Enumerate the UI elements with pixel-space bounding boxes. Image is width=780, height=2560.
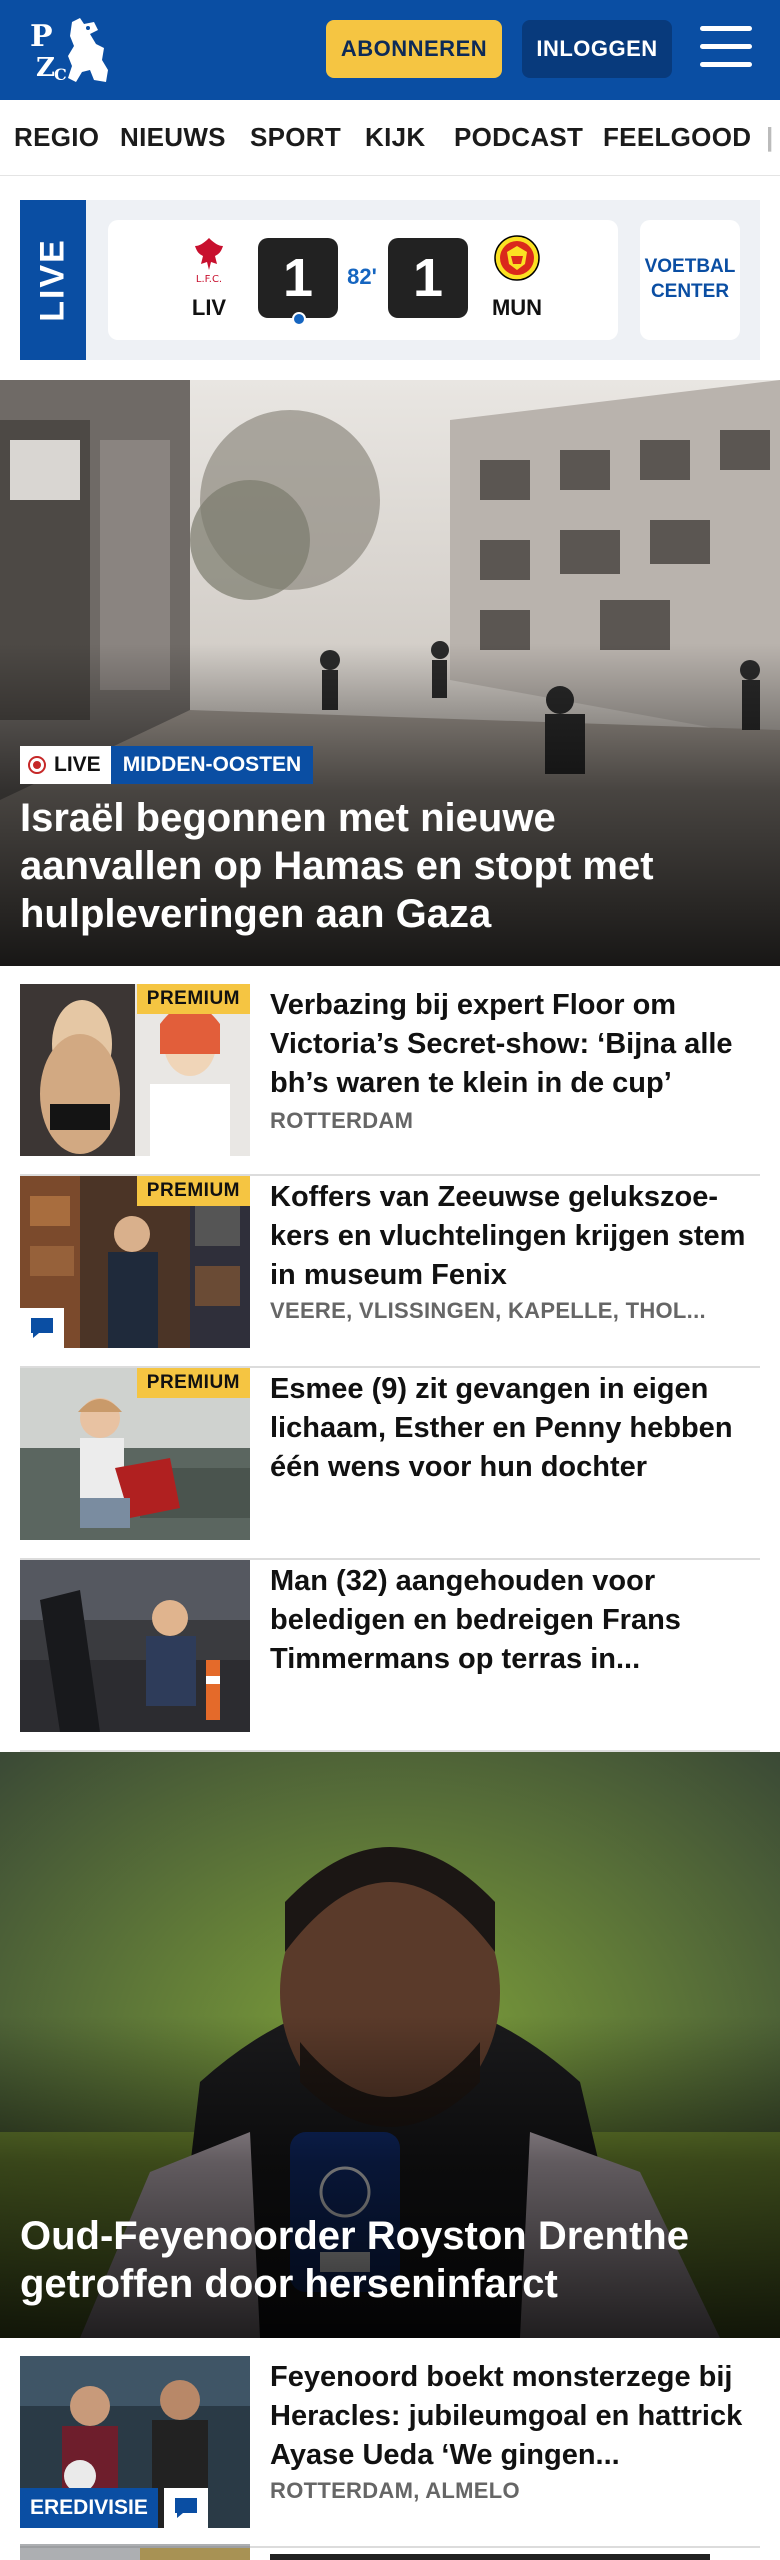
- list-item-partial[interactable]: [20, 2544, 760, 2560]
- article-title-partial: [270, 2554, 710, 2560]
- list-item[interactable]: Man (32) aangehouden voor beledigen en b…: [20, 1560, 760, 1752]
- live-score-widget: LIVE L.F.C. LIV 1 82' 1 MUN VOETBAL CENT…: [20, 200, 760, 360]
- article-thumbnail: [20, 1560, 250, 1732]
- live-label: LIVE: [33, 238, 72, 322]
- list-item[interactable]: EREDIVISIE Feyenoord boekt monsterzege b…: [20, 2356, 760, 2548]
- goal-indicator-dot: [292, 312, 306, 326]
- match-minute: 82': [347, 264, 377, 289]
- hero-title: Israël begonnen met nieuwe aanvallen op …: [20, 796, 654, 936]
- premium-badge: PREMIUM: [136, 984, 250, 1014]
- nav-item-nieuws[interactable]: NIEUWS: [120, 122, 226, 153]
- svg-text:L.F.C.: L.F.C.: [196, 274, 222, 285]
- live-strip: LIVE: [20, 200, 86, 360]
- article-title: Koffers van Zeeuwse gelukszoe­kers en vl…: [270, 1181, 746, 1291]
- category-tag: MIDDEN-OOSTEN: [110, 746, 314, 784]
- svg-text:Z: Z: [36, 53, 55, 83]
- article-title: Verbazing bij expert Floor om Victoria’s…: [270, 989, 733, 1099]
- svg-text:P: P: [30, 19, 53, 54]
- pzc-logo[interactable]: P Z C: [28, 14, 112, 86]
- away-score: 1: [388, 238, 468, 318]
- list-item[interactable]: PREMIUM Verbazing bij expert Floor om Vi…: [20, 984, 760, 1176]
- away-team-abbr: MUN: [491, 295, 543, 320]
- nav-item-regio[interactable]: REGIO: [14, 122, 99, 153]
- voetbal-center-button[interactable]: VOETBAL CENTER: [640, 220, 740, 340]
- article-thumbnail-partial: [20, 2544, 250, 2560]
- hero-tags: LIVE MIDDEN-OOSTEN: [20, 746, 314, 784]
- away-team: MUN: [482, 234, 552, 321]
- nav-item-overflow[interactable]: |: [766, 122, 774, 153]
- live-tag: LIVE: [20, 746, 111, 784]
- premium-badge: PREMIUM: [136, 1368, 250, 1398]
- article-thumbnail: PREMIUM: [20, 1176, 250, 1348]
- subscribe-button[interactable]: ABONNEREN: [326, 20, 502, 78]
- article-location: ROTTERDAM, ALMELO: [270, 2478, 520, 2503]
- article-title: Man (32) aangehouden voor beledigen en b…: [270, 1565, 681, 1675]
- article-title: Feyenoord boekt monsterzege bij Heracles…: [270, 2361, 743, 2471]
- section-nav: REGIO NIEUWS SPORT KIJK PODCAST FEELGOOD…: [0, 100, 780, 176]
- login-button[interactable]: INLOGGEN: [522, 20, 672, 78]
- article-location: VEERE, VLISSINGEN, KAPELLE, THOL...: [270, 1298, 706, 1323]
- match-card[interactable]: L.F.C. LIV 1 82' 1 MUN: [108, 220, 618, 340]
- site-header: P Z C ABONNEREN INLOGGEN: [0, 0, 780, 100]
- premium-badge: PREMIUM: [136, 1176, 250, 1206]
- nav-item-podcast[interactable]: PODCAST: [454, 122, 583, 153]
- nav-item-feelgood[interactable]: FEELGOOD: [603, 122, 751, 153]
- hero-title: Oud-Feyenoorder Royston Drenthe getroffe…: [20, 2214, 689, 2306]
- nav-item-kijk[interactable]: KIJK: [365, 122, 425, 153]
- home-team-abbr: LIV: [191, 295, 227, 320]
- category-badge: EREDIVISIE: [20, 2488, 158, 2528]
- hero-article-2[interactable]: Oud-Feyenoorder Royston Drenthe getroffe…: [0, 1752, 780, 2338]
- article-title: Esmee (9) zit gevangen in eigen lichaam,…: [270, 1373, 733, 1483]
- hero-article[interactable]: LIVE MIDDEN-OOSTEN Israël begonnen met n…: [0, 380, 780, 966]
- article-thumbnail: PREMIUM: [20, 1368, 250, 1540]
- comment-icon: [164, 2488, 208, 2528]
- nav-item-sport[interactable]: SPORT: [250, 122, 341, 153]
- article-thumbnail: PREMIUM: [20, 984, 250, 1156]
- article-location: ROTTERDAM: [270, 1108, 414, 1133]
- svg-text:C: C: [54, 65, 67, 84]
- live-dot-icon: [28, 756, 46, 774]
- manchester-united-crest-icon: [494, 235, 540, 281]
- liverpool-crest-icon: L.F.C.: [195, 238, 223, 285]
- list-item[interactable]: PREMIUM Koffers van Zeeuwse gelukszoe­ke…: [20, 1176, 760, 1368]
- home-score: 1: [258, 238, 338, 326]
- list-item[interactable]: PREMIUM Esmee (9) zit gevangen in eigen …: [20, 1368, 760, 1560]
- hamburger-menu-icon[interactable]: [700, 26, 752, 70]
- comment-icon: [20, 1308, 64, 1348]
- home-team: L.F.C. LIV: [174, 234, 244, 321]
- article-thumbnail: EREDIVISIE: [20, 2356, 250, 2528]
